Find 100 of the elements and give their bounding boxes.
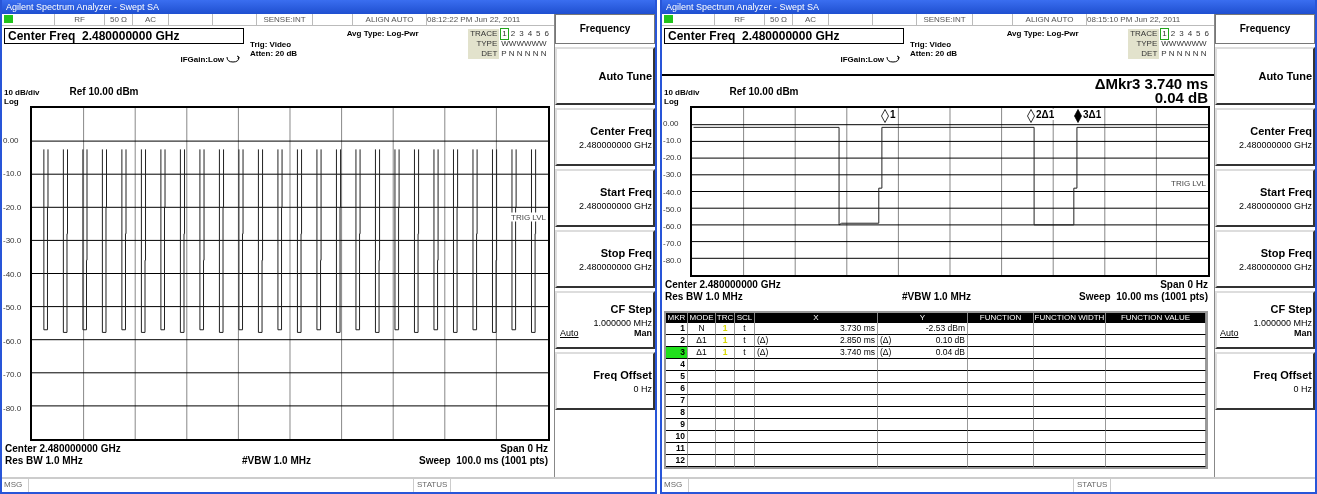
trace-table-label: TRACE bbox=[468, 29, 500, 39]
softkey-button[interactable]: CF Step 1.000000 MHz Auto Man bbox=[1215, 291, 1315, 349]
scale-type-label: Log bbox=[664, 97, 679, 106]
softkey-button[interactable]: Auto Tune bbox=[555, 47, 655, 105]
softkey-button[interactable]: Center Freq 2.480000000 GHz bbox=[555, 108, 655, 166]
y-axis-label: -50.0 bbox=[3, 302, 22, 312]
trace-number[interactable]: 5 bbox=[1195, 29, 1202, 39]
trace-number[interactable]: 6 bbox=[1203, 29, 1210, 39]
y-axis-label: -60.0 bbox=[3, 336, 22, 345]
column-header: FUNCTION VALUE bbox=[1106, 313, 1206, 323]
marker-icon[interactable] bbox=[880, 109, 889, 123]
softkey-button[interactable]: Freq Offset 0 Hz bbox=[1215, 352, 1315, 410]
softkey-button[interactable]: Start Freq 2.480000000 GHz bbox=[1215, 169, 1315, 227]
center-freq-field[interactable]: Center Freq 2.480000000 GHz bbox=[664, 28, 904, 44]
marker-number[interactable]: 3 bbox=[666, 347, 688, 359]
softkey-button[interactable]: CF Step 1.000000 MHz Auto Man bbox=[555, 291, 655, 349]
loop-icon bbox=[226, 55, 240, 64]
option-toggle[interactable]: Auto bbox=[1220, 327, 1239, 338]
marker-number[interactable]: 8 bbox=[666, 407, 688, 419]
softkey-button[interactable]: Center Freq 2.480000000 GHz bbox=[1215, 108, 1315, 166]
y-axis-label: -10.0 bbox=[3, 168, 22, 178]
marker-number[interactable]: 10 bbox=[666, 431, 688, 443]
y-axis-label: -40.0 bbox=[663, 187, 682, 196]
table-cell bbox=[688, 419, 716, 431]
cell-value: 0.04 dB bbox=[935, 347, 965, 358]
y-axis-label: -40.0 bbox=[3, 269, 22, 278]
softkey-button[interactable]: Start Freq 2.480000000 GHz bbox=[555, 169, 655, 227]
cell-value: 0.10 dB bbox=[935, 335, 965, 346]
table-cell bbox=[735, 383, 755, 395]
status-label: RF bbox=[55, 14, 105, 25]
marker-number[interactable]: 4 bbox=[666, 359, 688, 371]
lxi-icon bbox=[4, 15, 13, 23]
marker-number[interactable]: 6 bbox=[666, 383, 688, 395]
y-axis-label: -80.0 bbox=[3, 403, 22, 412]
trace-number[interactable]: 1 bbox=[501, 29, 508, 39]
y-axis-label: -60.0 bbox=[663, 221, 682, 231]
table-cell bbox=[1034, 335, 1106, 347]
marker-number[interactable]: 7 bbox=[666, 395, 688, 407]
y-axis-label: -70.0 bbox=[663, 238, 682, 248]
marker-number[interactable]: 11 bbox=[666, 443, 688, 455]
marker-label: 3Δ1 bbox=[1082, 109, 1102, 120]
table-cell bbox=[716, 371, 735, 383]
table-cell bbox=[1034, 431, 1106, 443]
trace-number[interactable]: 5 bbox=[535, 29, 542, 39]
status-label: SENSE:INT bbox=[917, 14, 973, 25]
trace-number[interactable]: 6 bbox=[543, 29, 550, 39]
res-bw-label: Res BW 1.0 MHz bbox=[665, 291, 744, 303]
delta-label: (Δ) bbox=[757, 347, 769, 358]
window-title: Agilent Spectrum Analyzer - Swept SA bbox=[2, 0, 655, 14]
avg-type-label: Avg Type: Log-Pwr bbox=[346, 29, 419, 38]
menu-title: Frequency bbox=[555, 14, 655, 44]
loop-icon bbox=[886, 55, 900, 64]
trace-number[interactable]: 3 bbox=[1178, 29, 1185, 39]
trace-table-label: TRACE bbox=[1128, 29, 1160, 39]
trace-number[interactable]: 1 bbox=[1161, 29, 1168, 39]
table-cell: 1 bbox=[716, 347, 735, 359]
y-axis-label: -30.0 bbox=[3, 235, 22, 245]
option-toggle[interactable]: Man bbox=[1294, 327, 1312, 338]
status-label: 08:15:10 PM Jun 22, 2011 bbox=[1087, 14, 1182, 25]
softkey-button[interactable]: Stop Freq 2.480000000 GHz bbox=[1215, 230, 1315, 288]
table-cell bbox=[688, 443, 716, 455]
softkey-button[interactable]: Freq Offset 0 Hz bbox=[555, 352, 655, 410]
table-cell bbox=[716, 407, 735, 419]
delta-label: (Δ) bbox=[757, 335, 769, 346]
marker-icon[interactable] bbox=[1027, 109, 1035, 123]
status-label: 50 Ω bbox=[105, 14, 133, 25]
marker-number[interactable]: 5 bbox=[666, 371, 688, 383]
center-freq-field[interactable]: Center Freq 2.480000000 GHz bbox=[4, 28, 244, 44]
table-cell bbox=[735, 419, 755, 431]
table-cell bbox=[716, 359, 735, 371]
trace-number[interactable]: 4 bbox=[1186, 29, 1194, 39]
table-cell: 3.730 ms bbox=[755, 323, 878, 335]
trace-table-value: P N N N N N bbox=[1160, 49, 1208, 59]
table-cell bbox=[735, 431, 755, 443]
marker-number[interactable]: 9 bbox=[666, 419, 688, 431]
trace-number[interactable]: 2 bbox=[1169, 29, 1177, 39]
status-label: SENSE:INT bbox=[257, 14, 313, 25]
y-axis-label: -50.0 bbox=[663, 204, 682, 214]
table-cell bbox=[1034, 371, 1106, 383]
marker-number[interactable]: 1 bbox=[666, 323, 688, 335]
table-cell bbox=[735, 407, 755, 419]
marker-number[interactable]: 12 bbox=[666, 455, 688, 467]
marker-icon[interactable] bbox=[1073, 109, 1082, 123]
table-cell bbox=[688, 431, 716, 443]
trace-number[interactable]: 4 bbox=[526, 29, 534, 39]
status-label: AC bbox=[793, 14, 829, 25]
sweep-label: Sweep 10.00 ms (1001 pts) bbox=[1078, 291, 1208, 303]
message-label: MSG bbox=[662, 479, 689, 492]
trace-number[interactable]: 2 bbox=[509, 29, 517, 39]
softkey-button[interactable]: Stop Freq 2.480000000 GHz bbox=[555, 230, 655, 288]
y-axis-label: 0.00 bbox=[3, 135, 19, 144]
column-header: TRC bbox=[716, 313, 735, 323]
vbw-label: #VBW 1.0 MHz bbox=[902, 291, 971, 303]
table-cell bbox=[1034, 323, 1106, 335]
option-toggle[interactable]: Auto bbox=[560, 327, 579, 338]
option-toggle[interactable]: Man bbox=[634, 327, 652, 338]
softkey-button[interactable]: Auto Tune bbox=[1215, 47, 1315, 105]
table-cell bbox=[968, 443, 1034, 455]
column-header: MKR bbox=[666, 313, 688, 323]
trace-number[interactable]: 3 bbox=[518, 29, 525, 39]
